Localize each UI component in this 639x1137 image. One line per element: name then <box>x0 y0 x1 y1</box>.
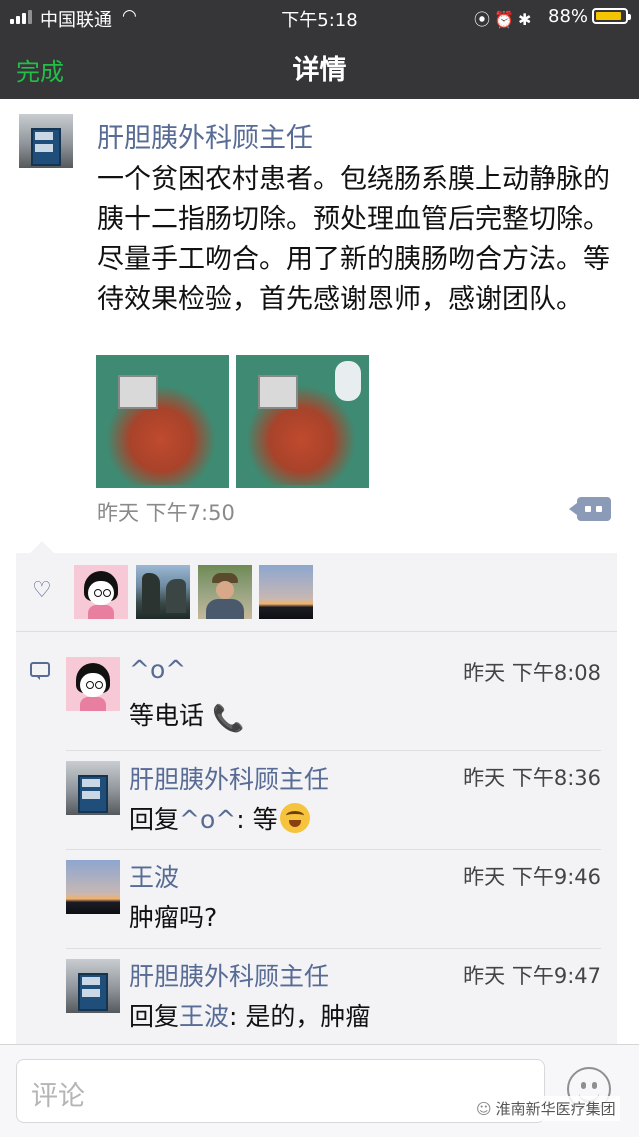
status-bar: 中国联通 ◠ 下午5:18 ⦿⏰✱ 88% <box>0 0 639 33</box>
comment-text[interactable]: 肿瘤吗? <box>129 898 217 934</box>
battery-fill <box>596 12 621 20</box>
watermark: ☺ 淮南新华医疗集团 <box>472 1096 620 1121</box>
orientation-lock-icon: ⦿ <box>474 10 495 29</box>
status-time: 下午5:18 <box>281 10 358 31</box>
comment-time: 昨天 下午9:46 <box>463 865 601 889</box>
alarm-icon: ⏰ <box>494 10 518 29</box>
battery-icon <box>592 8 631 24</box>
commenter-name[interactable]: 王波 <box>129 858 179 894</box>
laugh-cry-emoji <box>279 803 310 833</box>
panel-caret <box>30 541 54 553</box>
divider <box>66 750 601 751</box>
author-avatar[interactable] <box>19 114 73 168</box>
commenter-avatar[interactable] <box>66 657 120 711</box>
commenter-name[interactable]: ^o^ <box>129 655 186 684</box>
commenter-avatar[interactable] <box>66 761 120 815</box>
comment-input[interactable]: 评论 <box>16 1059 545 1123</box>
comment-text[interactable]: 等电话 📞 <box>129 696 244 734</box>
comment-bubble-icon <box>30 662 50 680</box>
liker-avatar[interactable] <box>259 565 313 619</box>
commenter-avatar[interactable] <box>66 959 120 1013</box>
reply-to-name[interactable]: 王波 <box>179 1002 229 1031</box>
post-time: 昨天 下午7:50 <box>97 501 235 525</box>
comment-time: 昨天 下午8:36 <box>463 766 601 790</box>
wechat-icon: ☺ <box>476 1100 492 1118</box>
heart-icon: ♡ <box>32 578 52 603</box>
commenter-name[interactable]: 肝胆胰外科顾主任 <box>129 957 329 993</box>
comment-time: 昨天 下午8:08 <box>463 661 601 685</box>
post-image[interactable] <box>236 355 369 488</box>
battery-percent: 88% <box>548 6 589 27</box>
liker-avatar[interactable] <box>198 565 252 619</box>
bluetooth-icon: ✱ <box>517 10 536 29</box>
commenter-name[interactable]: 肝胆胰外科顾主任 <box>129 760 329 796</box>
reply-to-name[interactable]: ^o^ <box>179 805 236 834</box>
divider <box>16 631 617 632</box>
post-image[interactable] <box>96 355 229 488</box>
liker-avatar[interactable] <box>74 565 128 619</box>
top-bar: 中国联通 ◠ 下午5:18 ⦿⏰✱ 88% 完成 详情 <box>0 0 639 99</box>
comment-time: 昨天 下午9:47 <box>463 964 601 988</box>
divider <box>66 948 601 949</box>
liker-avatar[interactable] <box>136 565 190 619</box>
phone-emoji: 📞 <box>211 704 245 734</box>
page-title: 详情 <box>292 55 347 86</box>
divider <box>66 849 601 850</box>
post-content: 一个贫困农村患者。包绕肠系膜上动静脉的胰十二指肠切除。预处理血管后完整切除。尽量… <box>97 164 610 315</box>
post-author-name[interactable]: 肝胆胰外科顾主任 <box>97 116 313 155</box>
commenter-avatar[interactable] <box>66 860 120 914</box>
comment-text[interactable]: 回复^o^: 等 <box>129 800 310 836</box>
comment-text[interactable]: 回复王波: 是的，肿瘤 <box>129 997 370 1033</box>
comment-action-button[interactable] <box>569 497 611 521</box>
